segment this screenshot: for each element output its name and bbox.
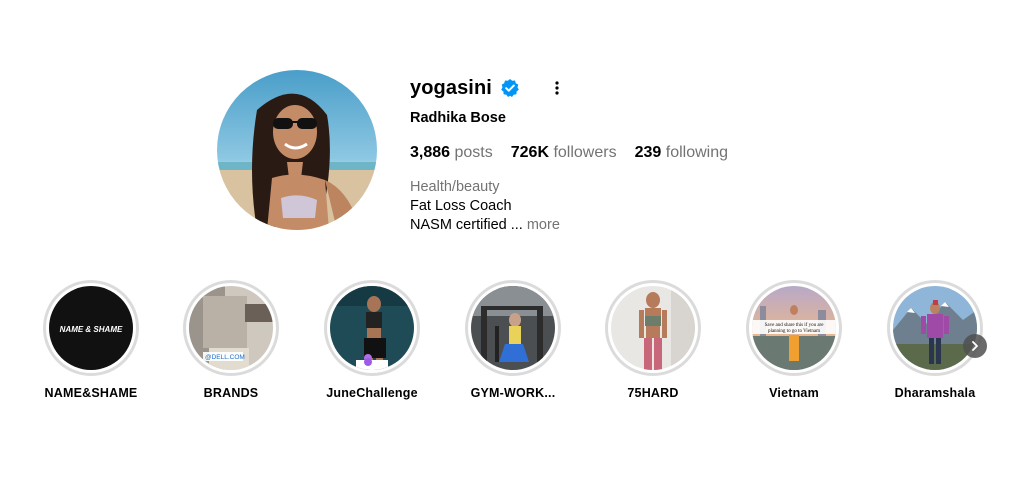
highlight-ring: NAME & SHAME: [43, 280, 139, 376]
posts-count: 3,886: [410, 144, 451, 161]
highlight-label: BRANDS: [203, 386, 259, 400]
highlights-next-button[interactable]: [963, 334, 987, 358]
profile-username: yogasini: [410, 76, 492, 99]
highlight-ring: Save and share this if you are planning …: [746, 280, 842, 376]
highlight-label: GYM-WORK...: [470, 386, 556, 400]
more-options-icon[interactable]: [550, 78, 564, 98]
highlight-thumbnail: [330, 286, 414, 370]
highlight-vietnam[interactable]: Save and share this if you are planning …: [724, 280, 864, 400]
highlight-ring: [605, 280, 701, 376]
highlight-label: Dharamshala: [894, 386, 976, 400]
highlight-thumb-text-1: Save and share this if you are: [765, 323, 825, 328]
highlight-label: NAME&SHAME: [44, 386, 138, 400]
bio-line-1: Fat Loss Coach: [410, 198, 512, 214]
highlight-label: 75HARD: [627, 386, 679, 400]
profile-stats: 3,886 posts 726K followers 239 following: [410, 142, 930, 164]
bio-line-2: NASM certified ... more: [410, 216, 930, 235]
profile-full-name: Radhika Bose: [410, 110, 506, 126]
highlight-gym-workout[interactable]: GYM-WORK...: [443, 280, 583, 400]
highlight-label: Vietnam: [769, 386, 819, 400]
posts-stat: 3,886 posts: [410, 142, 493, 164]
chevron-right-icon: [972, 341, 978, 351]
highlight-thumbnail: @DELL.COM: [189, 286, 273, 370]
following-label: following: [665, 144, 729, 161]
story-highlights: NAME & SHAME NAME&SHAME @DELL.COM BRANDS: [0, 280, 1024, 420]
highlight-ring: [887, 280, 983, 376]
followers-link[interactable]: 726K followers: [511, 142, 617, 164]
highlight-75hard[interactable]: 75HARD: [583, 280, 723, 400]
avatar-image: [217, 70, 377, 230]
highlight-thumb-text: @DELL.COM: [205, 354, 245, 361]
followers-label: followers: [553, 144, 617, 161]
highlight-thumbnail: [471, 286, 555, 370]
followers-count: 726K: [510, 144, 549, 161]
highlight-ring: [324, 280, 420, 376]
verified-badge-icon: [500, 78, 520, 98]
highlight-thumbnail: [611, 286, 695, 370]
highlight-ring: [465, 280, 561, 376]
profile-category: Health/beauty: [410, 179, 500, 195]
highlight-label: JuneChallenge: [326, 386, 418, 400]
profile-avatar[interactable]: [217, 70, 377, 230]
profile-header: yogasini Radhika Bose 3,886 posts 726K f…: [0, 0, 1024, 260]
highlight-name-and-shame[interactable]: NAME & SHAME NAME&SHAME: [21, 280, 161, 400]
highlight-brands[interactable]: @DELL.COM BRANDS: [161, 280, 301, 400]
bio-more-link[interactable]: more: [527, 217, 560, 233]
profile-info: yogasini Radhika Bose 3,886 posts 726K f…: [410, 72, 930, 235]
following-link[interactable]: 239 following: [635, 142, 728, 164]
highlight-thumbnail: [893, 286, 977, 370]
highlight-june-challenge[interactable]: JuneChallenge: [302, 280, 442, 400]
following-count: 239: [634, 144, 662, 161]
highlight-thumbnail: NAME & SHAME: [49, 286, 133, 370]
posts-label: posts: [454, 144, 493, 161]
highlight-thumbnail: Save and share this if you are planning …: [752, 286, 836, 370]
bio-line-2-text: NASM certified ...: [410, 217, 523, 233]
highlight-thumb-text: NAME & SHAME: [60, 325, 123, 334]
highlight-thumb-text-2: planning to go to Vietnam: [768, 329, 820, 334]
highlight-ring: @DELL.COM: [183, 280, 279, 376]
